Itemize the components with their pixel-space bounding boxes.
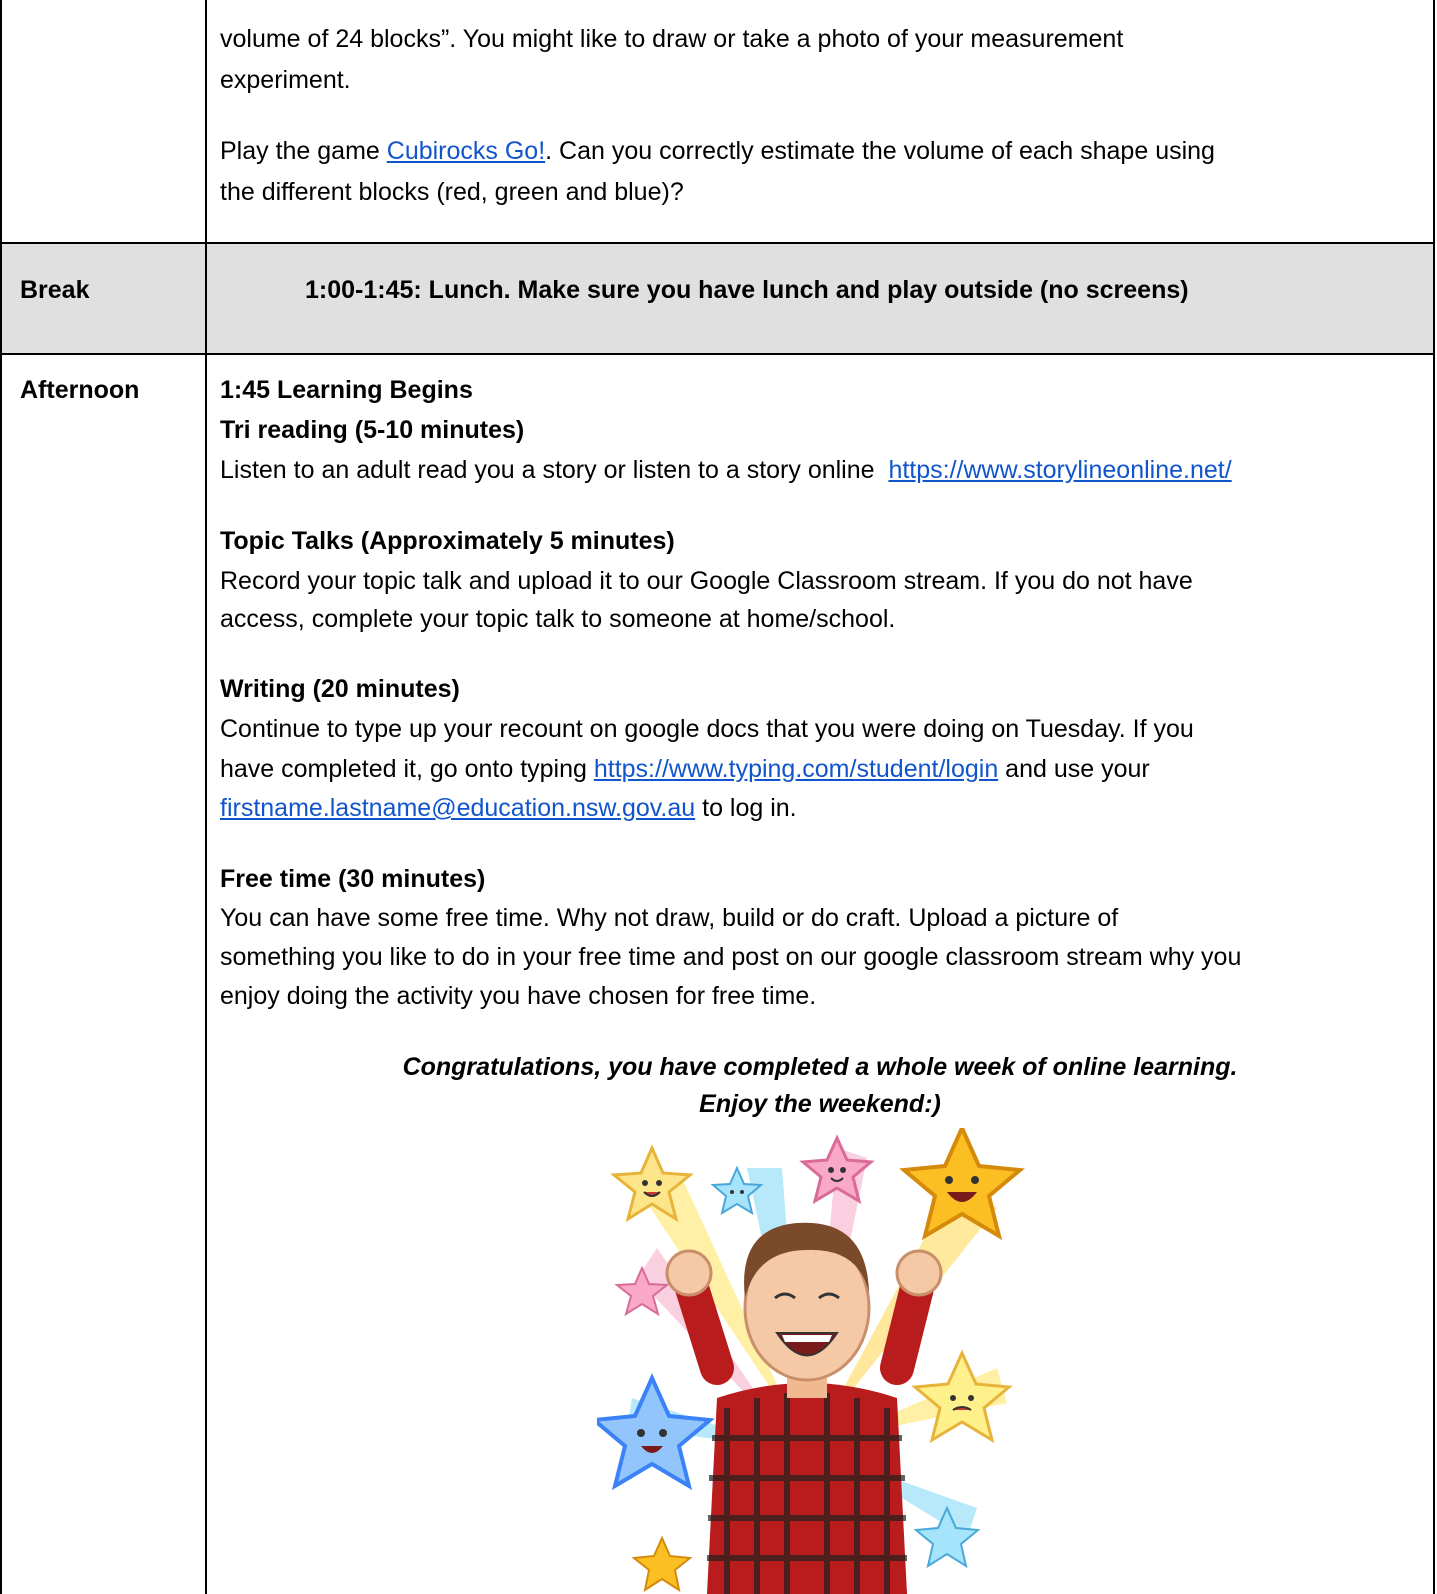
table-left-border <box>0 0 2 1594</box>
top-cell-line-1: volume of 24 blocks”. You might like to … <box>220 25 1124 53</box>
cubirocks-link[interactable]: Cubirocks Go! <box>387 137 545 165</box>
topic-line-2: access, complete your topic talk to some… <box>220 605 896 633</box>
game-line: Play the game Cubirocks Go!. Can you cor… <box>220 132 1215 170</box>
free-time-heading: Free time (30 minutes) <box>220 865 486 893</box>
top-cell-line-2: experiment. <box>220 66 351 94</box>
typing-link[interactable]: https://www.typing.com/student/login <box>594 755 998 783</box>
break-text: 1:00-1:45: Lunch. Make sure you have lun… <box>305 276 1189 304</box>
top-cell-line-4: the different blocks (red, green and blu… <box>220 178 684 206</box>
writing-line-2-suffix: and use your <box>998 755 1150 783</box>
game-suffix: . Can you correctly estimate the volume … <box>545 137 1215 165</box>
congrats-line-1: Congratulations, you have completed a wh… <box>402 1053 1238 1081</box>
free-time-line-3: enjoy doing the activity you have chosen… <box>220 982 817 1010</box>
star-icon <box>911 1349 1013 1444</box>
congrats-line-2: Enjoy the weekend:) <box>699 1090 941 1118</box>
row-divider-break <box>0 353 1435 355</box>
topic-line-1: Record your topic talk and upload it to … <box>220 567 1193 595</box>
storyline-link[interactable]: https://www.storylineonline.net/ <box>888 456 1231 484</box>
star-icon <box>631 1535 693 1593</box>
reading-line: Listen to an adult read you a story or l… <box>220 451 1232 489</box>
break-label: Break <box>20 276 90 304</box>
writing-line-2-prefix: have completed it, go onto typing <box>220 755 594 783</box>
writing-heading: Writing (20 minutes) <box>220 675 460 703</box>
table-column-divider <box>205 0 207 1594</box>
reading-heading: Tri reading (5-10 minutes) <box>220 416 525 444</box>
star-icon <box>597 1373 715 1491</box>
character-avatar <box>665 1222 943 1594</box>
email-link[interactable]: firstname.lastname@education.nsw.gov.au <box>220 794 695 822</box>
afternoon-label: Afternoon <box>20 376 140 404</box>
learning-begins-heading: 1:45 Learning Begins <box>220 376 473 404</box>
game-prefix: Play the game <box>220 137 387 165</box>
celebration-illustration <box>597 1128 1025 1594</box>
writing-line-3-suffix: to log in. <box>695 794 797 822</box>
row-divider-top <box>0 242 1435 244</box>
writing-line-2: have completed it, go onto typing https:… <box>220 750 1150 788</box>
writing-line-1: Continue to type up your recount on goog… <box>220 715 1194 743</box>
free-time-line-1: You can have some free time. Why not dra… <box>220 904 1119 932</box>
free-time-line-2: something you like to do in your free ti… <box>220 943 1242 971</box>
topic-heading: Topic Talks (Approximately 5 minutes) <box>220 527 675 555</box>
writing-line-3: firstname.lastname@education.nsw.gov.au … <box>220 789 797 827</box>
reading-text: Listen to an adult read you a story or l… <box>220 456 889 484</box>
table-right-border <box>1433 0 1435 1594</box>
